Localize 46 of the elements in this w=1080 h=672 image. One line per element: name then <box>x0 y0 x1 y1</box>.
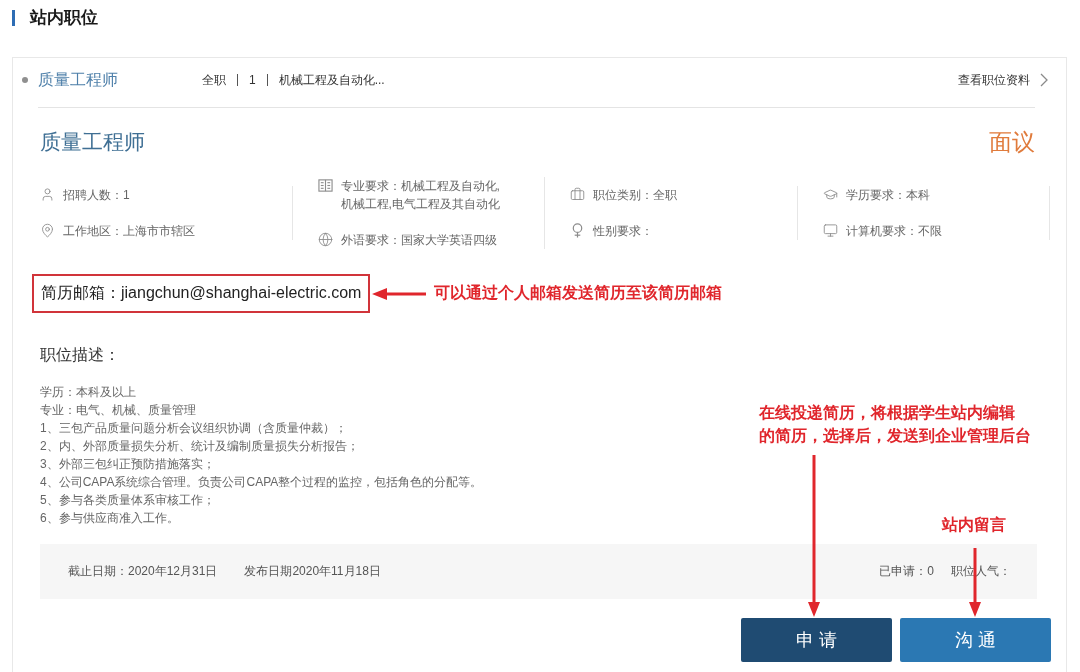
resume-email-text: 简历邮箱：jiangchun@shanghai-electric.com <box>41 283 362 303</box>
info-text: 学历要求：本科 <box>845 187 930 204</box>
info-text: 计算机要求：不限 <box>845 223 942 240</box>
monitor-icon <box>822 223 838 238</box>
description-line: 2、内、外部质量损失分析、统计及编制质量损失分析报告； <box>40 438 359 455</box>
description-line: 6、参与供应商准入工作。 <box>40 510 179 527</box>
location-pin-icon <box>40 223 55 238</box>
description-line: 4、公司CAPA系统综合管理。负责公司CAPA整个过程的监控，包括角色的分配等。 <box>40 474 483 491</box>
book-icon <box>317 178 333 193</box>
title-accent-bar <box>12 10 15 26</box>
salary-text: 面议 <box>989 128 1035 156</box>
info-text: 外语要求：国家大学英语四级 <box>340 232 497 249</box>
description-line: 5、参与各类质量体系审核工作； <box>40 492 215 509</box>
applied-count-text: 已申请：0 <box>879 563 934 580</box>
annotation-text: 可以通过个人邮箱发送简历至该简历邮箱 <box>434 283 723 303</box>
annotation-arrow <box>372 286 427 301</box>
description-line: 1、三包产品质量问题分析会议组织协调（含质量仲裁）； <box>40 420 347 437</box>
publish-date-text: 发布日期2020年11月18日 <box>244 563 381 580</box>
job-title: 质量工程师 <box>38 69 119 90</box>
annotation-text: 在线投递简历，将根据学生站内编辑 的简历，选择后，发送到企业管理后台 <box>759 403 1031 446</box>
view-details-link[interactable]: 查看职位资料 <box>958 71 1048 89</box>
description-line: 学历：本科及以上 <box>40 384 136 401</box>
apply-button[interactable]: 申请 <box>741 618 892 662</box>
annotation-text: 站内留言 <box>942 515 1006 535</box>
description-heading: 职位描述： <box>40 345 121 365</box>
job-detail-title: 质量工程师 <box>40 129 145 155</box>
briefcase-icon <box>570 187 585 202</box>
section-title: 站内职位 <box>30 8 98 28</box>
contact-button[interactable]: 沟通 <box>900 618 1051 662</box>
info-text: 性别要求： <box>593 223 653 240</box>
info-text: 招聘人数：1 <box>63 187 130 204</box>
description-line: 3、外部三包纠正预防措施落实； <box>40 456 215 473</box>
person-icon <box>40 187 55 202</box>
deadline-text: 截止日期：2020年12月31日 <box>68 563 218 580</box>
female-icon <box>570 223 585 238</box>
info-text: 职位类别：全职 <box>593 187 677 204</box>
description-line: 专业：电气、机械、质量管理 <box>40 402 196 419</box>
globe-icon <box>317 232 333 247</box>
job-meta-text: 机械工程及自动化... <box>278 71 385 89</box>
info-text: 专业要求：机械工程及自动化,机械工程,电气工程及其自动化 <box>340 178 501 213</box>
chevron-right-icon <box>1040 73 1048 87</box>
job-meta-text: 全职 <box>202 71 226 89</box>
graduation-cap-icon <box>822 187 838 202</box>
bullet-dot-icon <box>22 77 28 83</box>
info-text: 工作地区：上海市市辖区 <box>63 223 195 240</box>
job-meta-text: 1 <box>249 73 256 87</box>
